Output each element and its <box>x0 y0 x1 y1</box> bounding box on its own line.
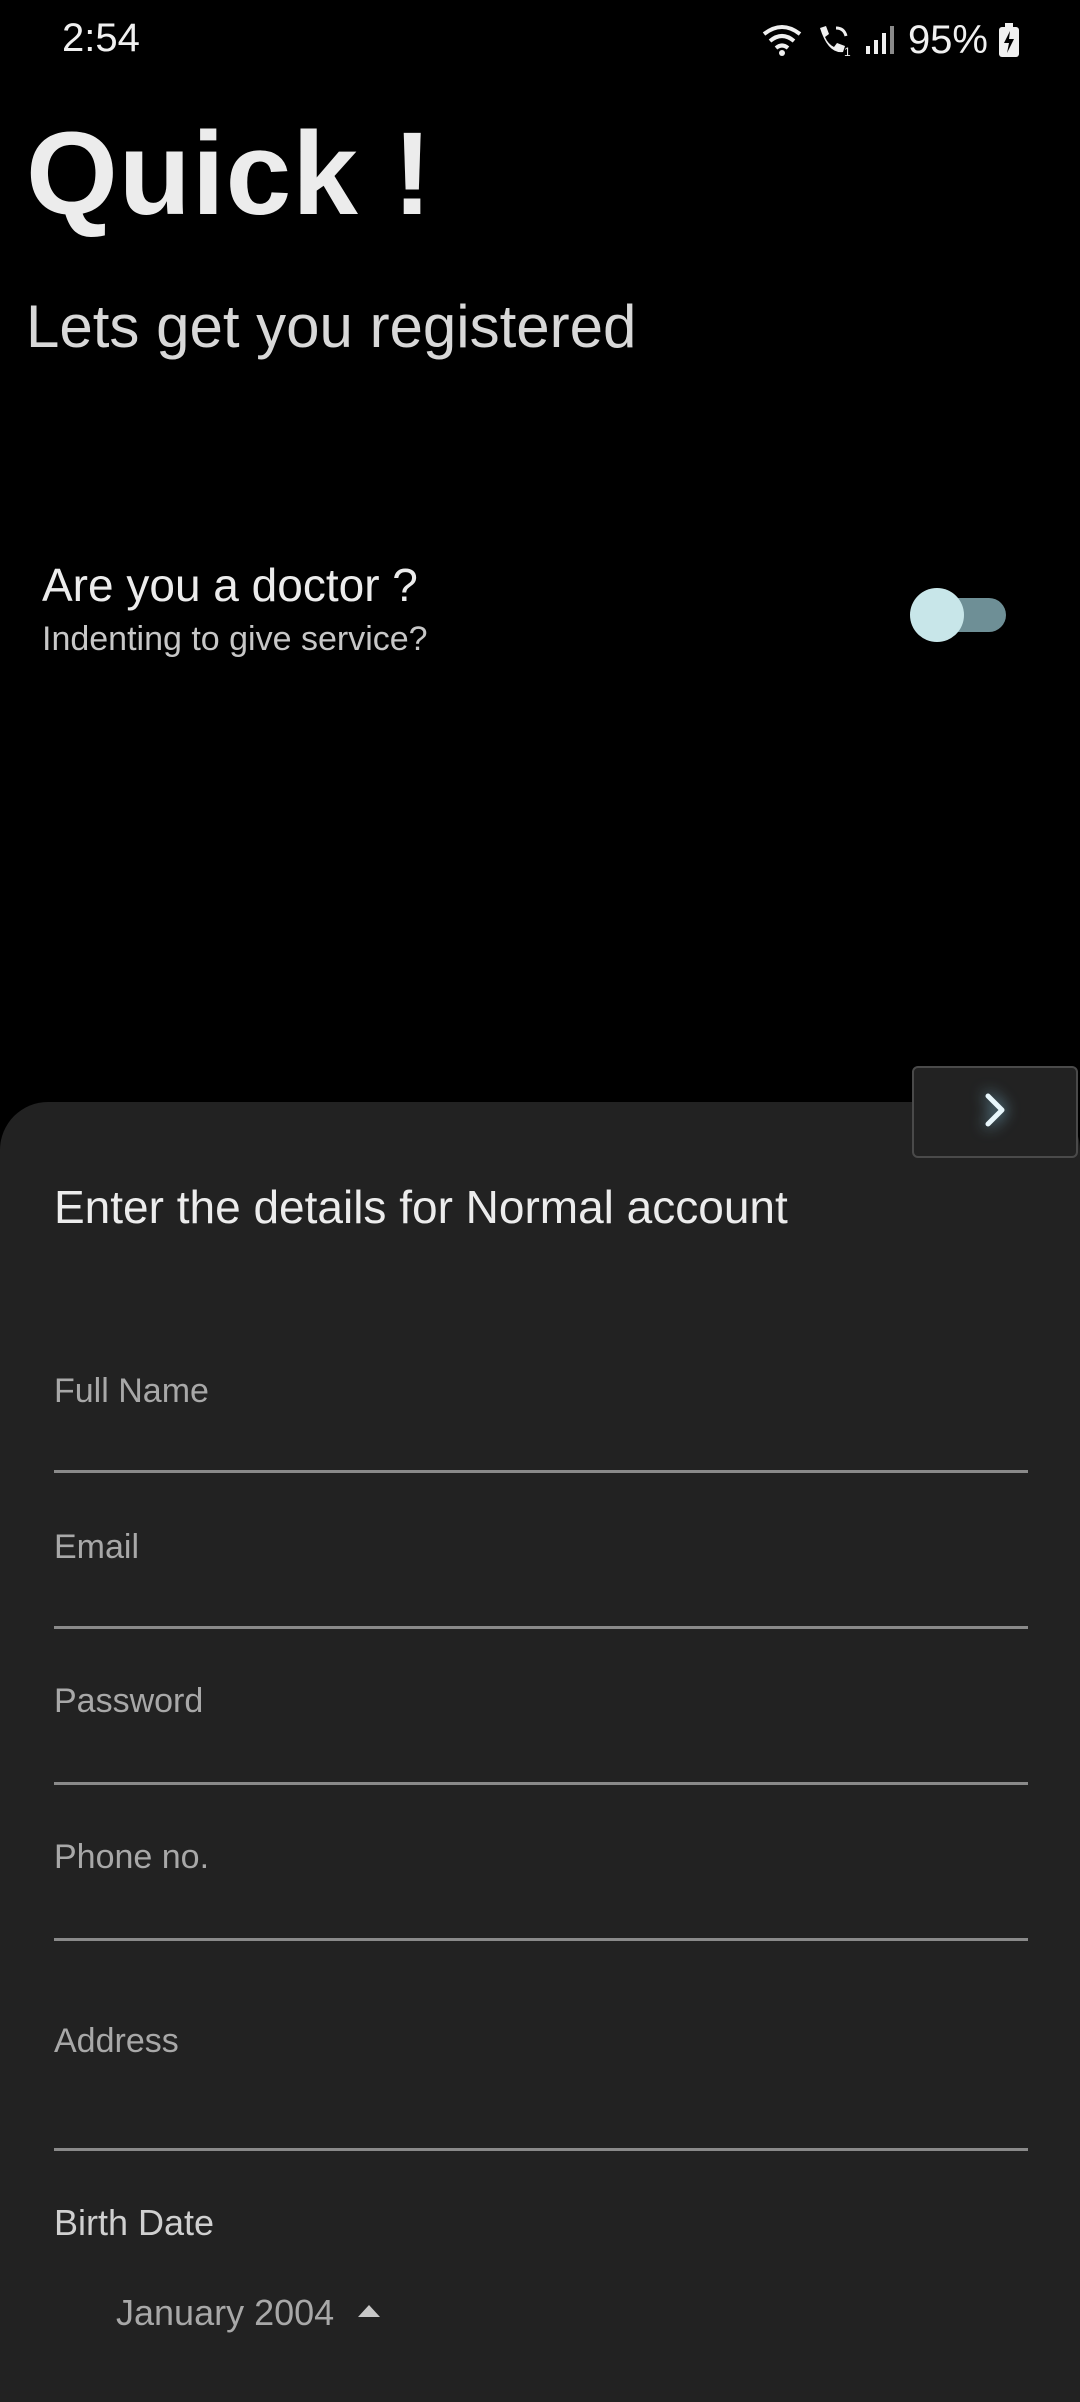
full-name-field[interactable]: Full Name <box>54 1370 1028 1473</box>
doctor-hint: Indenting to give service? <box>42 620 428 658</box>
next-button[interactable] <box>912 1066 1078 1158</box>
wifi-calling-icon: 1 <box>814 22 854 58</box>
birth-date-label: Birth Date <box>54 2202 215 2243</box>
full-name-label: Full Name <box>54 1372 209 1410</box>
doctor-toggle-row: Are you a doctor ? Indenting to give ser… <box>42 550 1022 680</box>
wifi-icon <box>760 22 804 58</box>
password-label: Password <box>54 1682 204 1720</box>
doctor-toggle-switch[interactable] <box>910 584 1006 644</box>
page-subtitle: Lets get you registered <box>26 293 637 360</box>
status-time: 2:54 <box>62 16 140 60</box>
status-bar: 2:54 1 95% <box>0 0 1080 80</box>
battery-percent: 95% <box>907 17 988 62</box>
toggle-thumb <box>910 588 964 642</box>
birth-date-picker[interactable]: January 2004 <box>116 2292 382 2334</box>
status-icons: 1 95% <box>760 14 1020 66</box>
email-field[interactable]: Email <box>54 1526 1028 1629</box>
birth-month-year: January 2004 <box>116 2292 335 2333</box>
password-field[interactable]: Password <box>54 1682 1028 1785</box>
phone-field[interactable]: Phone no. <box>54 1838 1028 1941</box>
address-field[interactable]: Address <box>54 2020 1028 2151</box>
chevron-right-icon <box>981 1090 1009 1135</box>
form-heading: Enter the details for Normal account <box>54 1181 788 1233</box>
signal-icon <box>864 24 894 56</box>
battery-charging-icon <box>998 22 1020 58</box>
email-label: Email <box>54 1528 140 1566</box>
page-title: Quick ! <box>26 108 433 240</box>
svg-text:1: 1 <box>844 45 851 58</box>
caret-up-icon <box>356 2303 382 2324</box>
phone-label: Phone no. <box>54 1838 210 1876</box>
doctor-question: Are you a doctor ? <box>42 559 418 611</box>
address-label: Address <box>54 2022 179 2060</box>
